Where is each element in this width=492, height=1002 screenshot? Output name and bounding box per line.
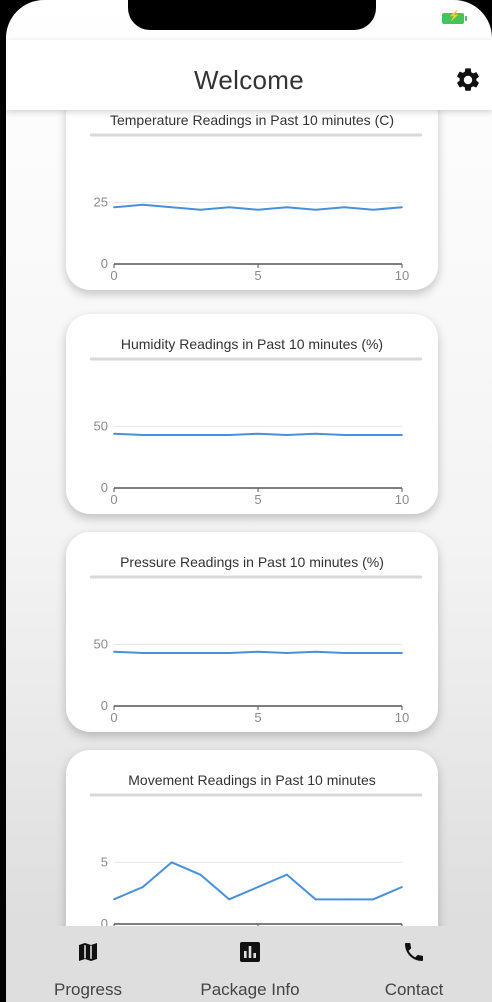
map-icon [79, 943, 97, 961]
nav-label: Progress [53, 980, 123, 999]
card-title: Humidity Readings in Past 10 minutes (%) [120, 336, 384, 352]
data-point [401, 652, 403, 654]
x-tick-label: 5 [254, 268, 261, 283]
data-point [141, 652, 144, 654]
data-point [113, 432, 115, 435]
x-tick-label: 0 [110, 710, 117, 725]
data-point [228, 434, 231, 436]
data-point [228, 652, 231, 654]
humidity-chart: 0 50 0 5 10 [90, 357, 422, 507]
data-point [228, 898, 231, 901]
data-point [199, 652, 202, 654]
pressure-card: Pressure Readings in Past 10 minutes (%)… [66, 532, 438, 732]
data-point [113, 898, 115, 901]
card-title: Pressure Readings in Past 10 minutes (%) [120, 554, 384, 570]
data-point [314, 432, 317, 435]
y-tick-label: 50 [94, 636, 108, 651]
data-point [401, 434, 403, 436]
y-tick-label: 0 [101, 698, 108, 713]
bottom-nav: Progress Package Info Contact [6, 926, 492, 1002]
data-point [285, 873, 288, 876]
temperature-card: Temperature Readings in Past 10 minutes … [66, 110, 438, 290]
data-point [257, 208, 259, 211]
card-title: Movement Readings in Past 10 minutes [128, 772, 376, 788]
x-tick-label: 0 [110, 492, 117, 507]
data-point [285, 652, 288, 654]
data-point [257, 886, 259, 888]
data-point [372, 434, 375, 436]
data-point [257, 650, 259, 653]
data-point [372, 208, 375, 211]
y-tick-label: 25 [94, 194, 108, 209]
x-tick-label: 10 [395, 492, 409, 507]
page-title: Welcome [194, 65, 304, 95]
pressure-chart: 0 50 0 5 10 [90, 575, 422, 725]
nav-contact[interactable]: Contact [339, 926, 489, 1002]
x-tick-label: 0 [110, 268, 117, 283]
data-point [285, 206, 288, 209]
data-point [170, 652, 173, 654]
x-tick-label: 10 [395, 268, 409, 283]
data-point [314, 208, 317, 211]
notch [128, 0, 376, 30]
card-title: Temperature Readings in Past 10 minutes … [109, 112, 395, 128]
data-point [170, 861, 173, 864]
data-point [285, 434, 288, 436]
gear-icon[interactable] [454, 66, 482, 94]
data-point [113, 650, 115, 653]
data-point [343, 206, 346, 209]
nav-label: Package Info [200, 980, 300, 999]
data-point [314, 898, 317, 901]
humidity-card: Humidity Readings in Past 10 minutes (%)… [66, 314, 438, 514]
data-point [401, 206, 403, 209]
data-point [343, 434, 346, 436]
y-tick-label: 0 [101, 480, 108, 495]
y-tick-label: 5 [101, 854, 108, 869]
data-point [170, 434, 173, 436]
y-tick-label: 50 [94, 418, 108, 433]
y-tick-label: 0 [101, 916, 108, 926]
data-point [141, 434, 144, 436]
series-line [113, 861, 403, 901]
nav-package-info[interactable]: Package Info [175, 926, 325, 1002]
nav-label: Contact [384, 980, 444, 999]
data-point [199, 434, 202, 436]
battery-charging-icon: ⚡ [442, 11, 467, 24]
data-point [343, 652, 346, 654]
x-tick-label: 5 [254, 492, 261, 507]
data-point [228, 206, 231, 209]
data-point [401, 886, 403, 888]
data-point [372, 898, 375, 901]
y-tick-label: 0 [101, 256, 108, 271]
data-point [257, 432, 259, 435]
data-point [113, 206, 115, 209]
phone-screen: ⚡ Welcome Temperature Readings in Past 1… [6, 0, 492, 1002]
data-point [199, 208, 202, 211]
data-point [170, 206, 173, 209]
data-point [199, 873, 202, 876]
temperature-chart: 0 25 0 5 10 [90, 133, 422, 283]
app-header: Welcome [6, 40, 492, 110]
data-point [343, 898, 346, 901]
data-point [372, 652, 375, 654]
data-point [141, 203, 144, 206]
phone-icon [405, 943, 423, 961]
data-point [314, 650, 317, 653]
movement-chart: 050510 [90, 793, 422, 926]
data-point [141, 886, 144, 888]
x-tick-label: 10 [395, 710, 409, 725]
readings-scroll-area[interactable]: Temperature Readings in Past 10 minutes … [6, 110, 492, 926]
movement-card: Movement Readings in Past 10 minutes 050… [66, 750, 438, 926]
nav-progress[interactable]: Progress [13, 926, 163, 1002]
bar-chart-icon [240, 942, 260, 962]
x-tick-label: 5 [254, 710, 261, 725]
